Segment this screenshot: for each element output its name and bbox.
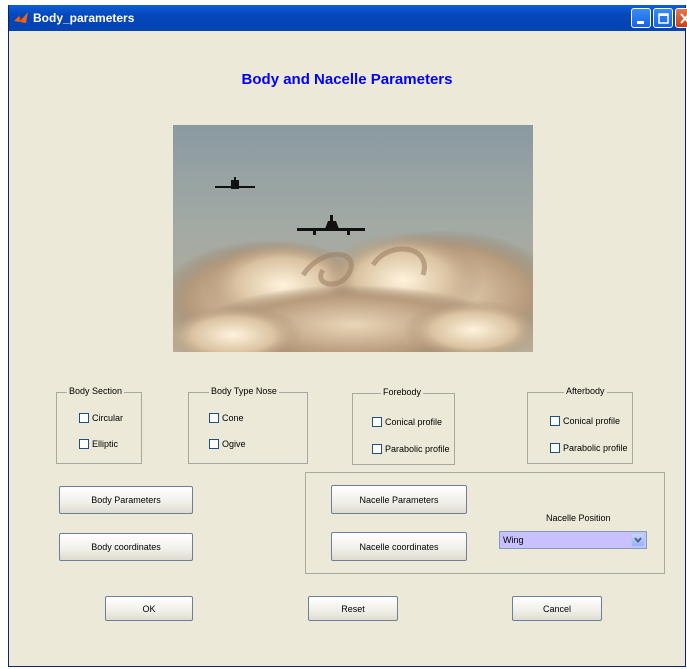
circular-checkbox[interactable]: Circular <box>79 413 123 423</box>
dialog-window: Body_parameters Body and Nacelle Paramet… <box>8 5 687 667</box>
body-type-nose-group: Body Type Nose Cone Ogive <box>188 386 308 464</box>
body-type-nose-legend: Body Type Nose <box>209 386 279 396</box>
nacelle-coordinates-button[interactable]: Nacelle coordinates <box>331 532 467 561</box>
matlab-icon <box>14 12 28 23</box>
reset-button[interactable]: Reset <box>308 596 398 621</box>
afterbody-conical-checkbox[interactable]: Conical profile <box>550 416 620 426</box>
checkbox-box[interactable] <box>209 439 219 449</box>
checkbox-box[interactable] <box>79 413 89 423</box>
window-title: Body_parameters <box>33 11 135 25</box>
page-title: Body and Nacelle Parameters <box>241 71 453 88</box>
forebody-parabolic-checkbox[interactable]: Parabolic profile <box>372 444 450 454</box>
aircraft-wake-vortex-image <box>173 125 533 352</box>
chevron-down-icon <box>634 537 642 544</box>
minimize-icon <box>637 21 644 24</box>
nacelle-group: Nacelle Parameters Nacelle coordinates N… <box>305 472 665 574</box>
afterbody-legend: Afterbody <box>564 386 607 396</box>
forebody-group: Forebody Conical profile Parabolic profi… <box>352 387 455 465</box>
checkbox-box[interactable] <box>550 443 560 453</box>
maximize-icon <box>658 13 669 24</box>
title-bar[interactable]: Body_parameters <box>9 5 687 31</box>
dropdown-button[interactable] <box>631 533 645 547</box>
afterbody-group: Afterbody Conical profile Parabolic prof… <box>527 386 633 464</box>
forebody-legend: Forebody <box>381 387 424 397</box>
nacelle-position-select[interactable]: Wing <box>499 531 647 549</box>
body-parameters-button[interactable]: Body Parameters <box>59 486 193 514</box>
cone-label: Cone <box>222 413 244 423</box>
nacelle-parameters-button[interactable]: Nacelle Parameters <box>331 485 467 514</box>
ogive-checkbox[interactable]: Ogive <box>209 439 246 449</box>
checkbox-box[interactable] <box>79 439 89 449</box>
ok-button[interactable]: OK <box>105 596 193 621</box>
close-icon <box>680 13 687 24</box>
checkbox-box[interactable] <box>372 444 382 454</box>
checkbox-box[interactable] <box>209 413 219 423</box>
afterbody-parabolic-checkbox[interactable]: Parabolic profile <box>550 443 628 453</box>
maximize-button[interactable] <box>653 8 673 28</box>
checkbox-box[interactable] <box>550 416 560 426</box>
nacelle-position-value: Wing <box>503 535 524 545</box>
cancel-button[interactable]: Cancel <box>512 596 602 621</box>
afterbody-parabolic-label: Parabolic profile <box>563 443 628 453</box>
body-coordinates-button[interactable]: Body coordinates <box>59 533 193 561</box>
circular-label: Circular <box>92 413 124 423</box>
afterbody-conical-label: Conical profile <box>563 416 621 426</box>
minimize-button[interactable] <box>631 8 651 28</box>
forebody-conical-label: Conical profile <box>385 417 443 427</box>
elliptic-label: Elliptic <box>92 439 119 449</box>
body-section-group: Body Section Circular Elliptic <box>56 386 142 464</box>
close-button[interactable] <box>675 8 687 28</box>
checkbox-box[interactable] <box>372 417 382 427</box>
nacelle-position-label: Nacelle Position <box>546 513 611 523</box>
forebody-conical-checkbox[interactable]: Conical profile <box>372 417 442 427</box>
ogive-label: Ogive <box>222 439 246 449</box>
cone-checkbox[interactable]: Cone <box>209 413 244 423</box>
body-section-legend: Body Section <box>67 386 125 396</box>
elliptic-checkbox[interactable]: Elliptic <box>79 439 118 449</box>
forebody-parabolic-label: Parabolic profile <box>385 444 450 454</box>
